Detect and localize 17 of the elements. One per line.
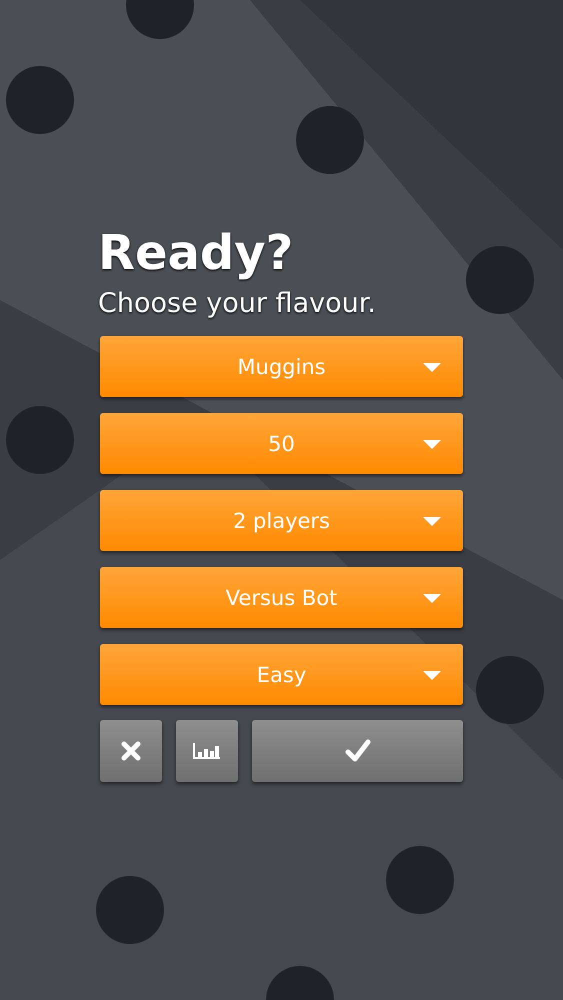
caret-icon [423, 363, 441, 372]
caret-icon [423, 671, 441, 680]
dropdown[interactable]: Versus Bot [100, 567, 463, 628]
dropdown[interactable]: 2 players [100, 490, 463, 551]
close-icon [121, 741, 141, 761]
dropdown[interactable]: 50 [100, 413, 463, 474]
title: Ready? [98, 224, 294, 283]
checkmark-icon [344, 739, 370, 763]
dropdown[interactable]: Muggins [100, 336, 463, 397]
caret-icon [423, 517, 441, 526]
stats-button[interactable] [176, 720, 238, 782]
bar-chart-icon [193, 743, 221, 759]
caret-icon [423, 594, 441, 603]
subtitle: Choose your flavour. [98, 287, 377, 321]
cancel-button[interactable] [100, 720, 162, 782]
dropdown[interactable]: Easy [100, 644, 463, 705]
caret-icon [423, 440, 441, 449]
